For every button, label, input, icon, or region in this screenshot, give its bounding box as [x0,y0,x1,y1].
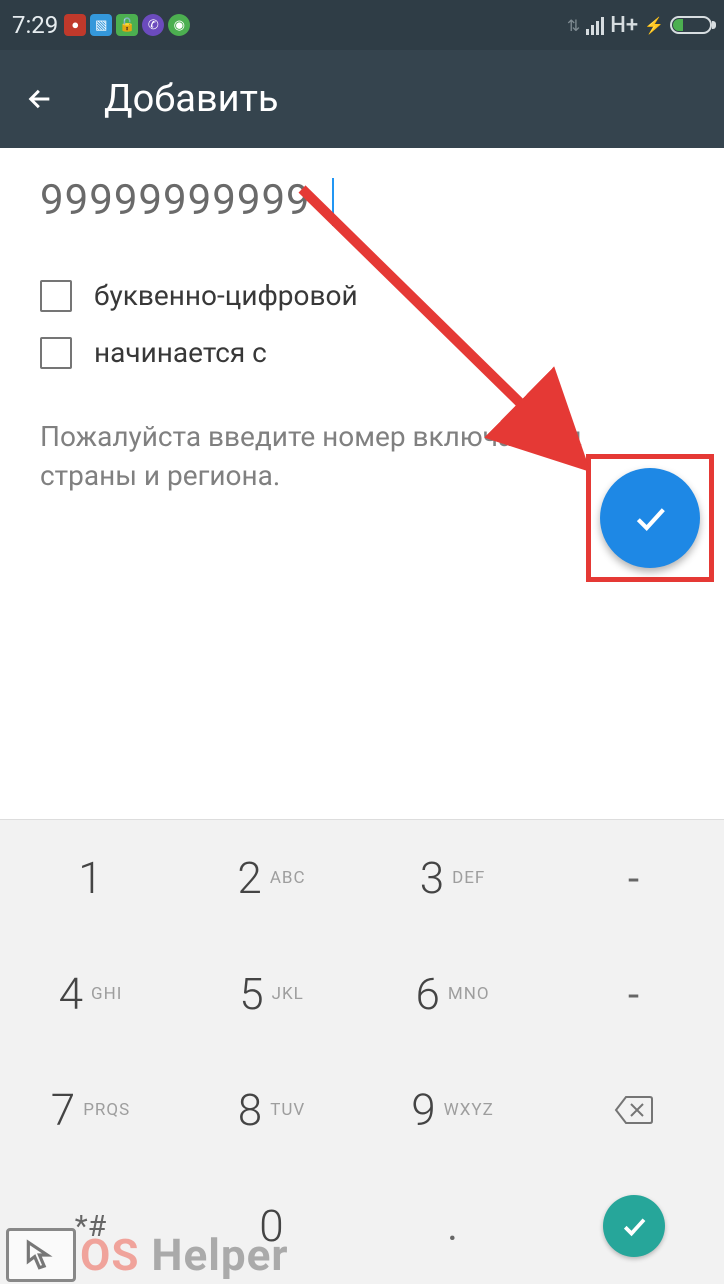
text-cursor [332,178,334,226]
status-app-icons: ● ▧ 🔓 ✆ ◉ [64,14,190,36]
key-0[interactable]: 0 [181,1168,362,1284]
checkbox-startswith-label: начинается с [94,336,267,369]
key-dot[interactable]: . [362,1168,543,1284]
key-9[interactable]: 9WXYZ [362,1052,543,1168]
content-area: буквенно-цифровой начинается с Пожалуйст… [0,148,724,495]
status-right: ⇅ H+ ⚡ [567,13,712,38]
page-title: Добавить [104,77,279,121]
battery-icon [670,16,712,34]
status-icon-4: ✆ [142,14,164,36]
check-icon [619,1211,649,1241]
checkbox-startswith[interactable] [40,337,72,369]
checkbox-alphanumeric-row[interactable]: буквенно-цифровой [40,279,684,312]
status-icon-2: ▧ [90,14,112,36]
key-5[interactable]: 5JKL [181,936,362,1052]
confirm-fab[interactable] [600,468,700,568]
status-icon-1: ● [64,14,86,36]
status-time: 7:29 [12,11,58,39]
status-left: 7:29 ● ▧ 🔓 ✆ ◉ [12,11,190,39]
checkbox-alphanumeric[interactable] [40,280,72,312]
network-label: H+ [610,13,638,38]
checkbox-alphanumeric-label: буквенно-цифровой [94,279,358,312]
numeric-keypad: 1 2ABC 3DEF - 4GHI 5JKL 6MNO - 7PRQS 8TU… [0,819,724,1284]
signal-icon [586,15,604,35]
key-3[interactable]: 3DEF [362,820,543,936]
key-dash[interactable]: - [543,820,724,936]
phone-number-input[interactable] [40,176,684,225]
check-icon [630,498,670,538]
key-8[interactable]: 8TUV [181,1052,362,1168]
arrow-left-icon [26,85,54,113]
checkbox-startswith-row[interactable]: начинается с [40,336,684,369]
charging-icon: ⚡ [644,16,664,35]
status-icon-5: ◉ [168,14,190,36]
app-bar: Добавить [0,50,724,148]
back-button[interactable] [16,75,64,123]
key-done[interactable] [543,1168,724,1284]
key-4[interactable]: 4GHI [0,936,181,1052]
status-bar: 7:29 ● ▧ 🔓 ✆ ◉ ⇅ H+ ⚡ [0,0,724,50]
done-fab[interactable] [603,1195,665,1257]
key-7[interactable]: 7PRQS [0,1052,181,1168]
key-dash2[interactable]: - [543,936,724,1052]
key-6[interactable]: 6MNO [362,936,543,1052]
data-arrows-icon: ⇅ [567,16,580,35]
key-star-hash[interactable]: *# [0,1168,181,1284]
key-2[interactable]: 2ABC [181,820,362,936]
fab-highlight-box [586,454,714,582]
status-icon-3: 🔓 [116,14,138,36]
key-backspace[interactable] [543,1052,724,1168]
backspace-icon [614,1095,654,1125]
key-1[interactable]: 1 [0,820,181,936]
